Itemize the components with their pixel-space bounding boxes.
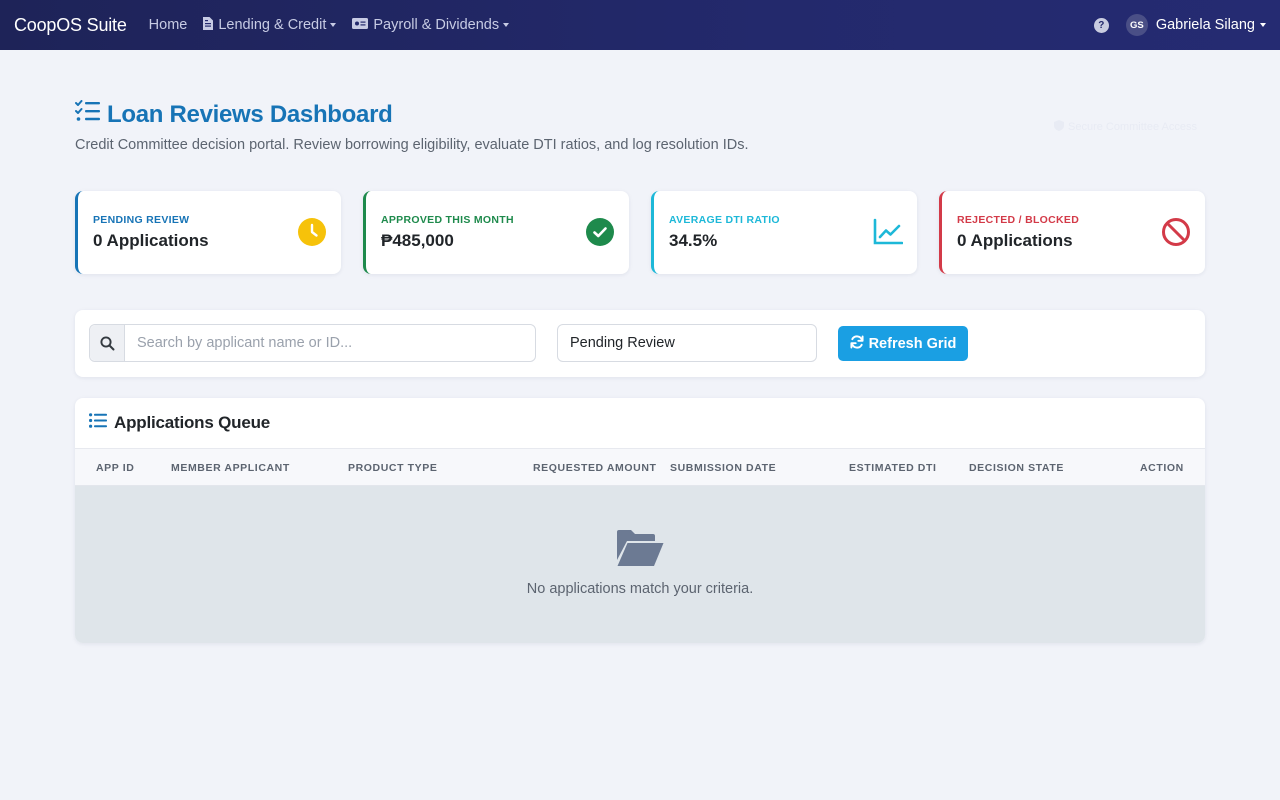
column-header-estimated-dti[interactable]: ESTIMATED DTI [849, 462, 937, 474]
help-icon[interactable]: ? [1093, 17, 1109, 33]
nav-payroll-dividends[interactable]: Payroll & Dividends [352, 17, 510, 33]
column-header-submission-date[interactable]: SUBMISSION DATE [670, 462, 776, 474]
stat-card-dti: AVERAGE DTI RATIO 34.5% [651, 191, 917, 274]
queue-title: Applications Queue [114, 413, 271, 432]
column-header-app-id[interactable]: APP ID [96, 462, 134, 474]
empty-state-message: No applications match your criteria. [526, 581, 754, 597]
page-header: Loan Reviews Dashboard Credit Committee … [75, 100, 1205, 153]
search-input[interactable] [125, 325, 535, 361]
status-filter-select[interactable]: Pending Review [557, 324, 817, 362]
top-navbar: CoopOS Suite Home Lending & Credit Payro… [0, 0, 1280, 50]
chevron-down-icon [1260, 23, 1266, 27]
stat-card-pending: PENDING REVIEW 0 Applications [75, 191, 341, 274]
user-name-label: Gabriela Silang [1155, 17, 1255, 33]
list-icon [89, 413, 107, 433]
page-title-text: Loan Reviews Dashboard [107, 100, 393, 128]
nav-home[interactable]: Home [149, 17, 188, 33]
security-badge: Secure Committee Access [1054, 120, 1197, 134]
file-invoice-icon [203, 16, 218, 34]
search-group [89, 324, 536, 362]
page-title: Loan Reviews Dashboard [75, 100, 1205, 129]
nav-lending-label: Lending & Credit [218, 17, 327, 33]
money-bill-icon [352, 17, 373, 33]
column-header-action: ACTION [1140, 462, 1184, 474]
search-icon [90, 325, 125, 361]
queue-header: Applications Queue [75, 398, 1205, 449]
filter-bar: Pending Review Refresh Grid [75, 310, 1205, 377]
chevron-down-icon [330, 23, 337, 27]
check-circle-icon [585, 217, 615, 247]
table-header-row: APP ID MEMBER APPLICANT PRODUCT TYPE REQ… [75, 449, 1205, 486]
column-header-product-type[interactable]: PRODUCT TYPE [348, 462, 437, 474]
chart-line-icon [873, 217, 903, 247]
stat-card-rejected: REJECTED / BLOCKED 0 Applications [939, 191, 1205, 274]
stats-row: PENDING REVIEW 0 Applications APPROVED T… [75, 191, 1205, 274]
folder-open-icon [615, 528, 665, 573]
brand-logo[interactable]: CoopOS Suite [14, 15, 127, 36]
column-header-decision-state[interactable]: DECISION STATE [969, 462, 1064, 474]
refresh-label: Refresh Grid [868, 335, 957, 352]
nav-payroll-label: Payroll & Dividends [373, 17, 500, 33]
status-filter-value: Pending Review [570, 335, 675, 351]
user-menu[interactable]: Gabriela Silang [1156, 17, 1266, 33]
column-header-requested-amount[interactable]: REQUESTED AMOUNT [533, 462, 657, 474]
shield-icon [1054, 120, 1068, 134]
security-badge-label: Secure Committee Access [1068, 121, 1197, 133]
page-subtitle: Credit Committee decision portal. Review… [75, 137, 749, 153]
stat-card-approved: APPROVED THIS MONTH ₱485,000 [363, 191, 629, 274]
tasks-list-icon [75, 100, 107, 129]
nav-home-label: Home [148, 17, 188, 33]
column-header-member-applicant[interactable]: MEMBER APPLICANT [171, 462, 290, 474]
nav-lending-credit[interactable]: Lending & Credit [203, 16, 337, 34]
avatar[interactable]: GS [1125, 14, 1148, 36]
ban-icon [1161, 217, 1191, 247]
applications-queue-panel: Applications Queue APP ID MEMBER APPLICA… [75, 398, 1205, 643]
refresh-icon [850, 334, 869, 353]
clock-icon [297, 217, 327, 247]
refresh-grid-button[interactable]: Refresh Grid [838, 326, 968, 361]
nav-right-group: ? GS Gabriela Silang [1093, 14, 1266, 36]
chevron-down-icon [503, 23, 510, 27]
empty-state: No applications match your criteria. [75, 486, 1205, 643]
